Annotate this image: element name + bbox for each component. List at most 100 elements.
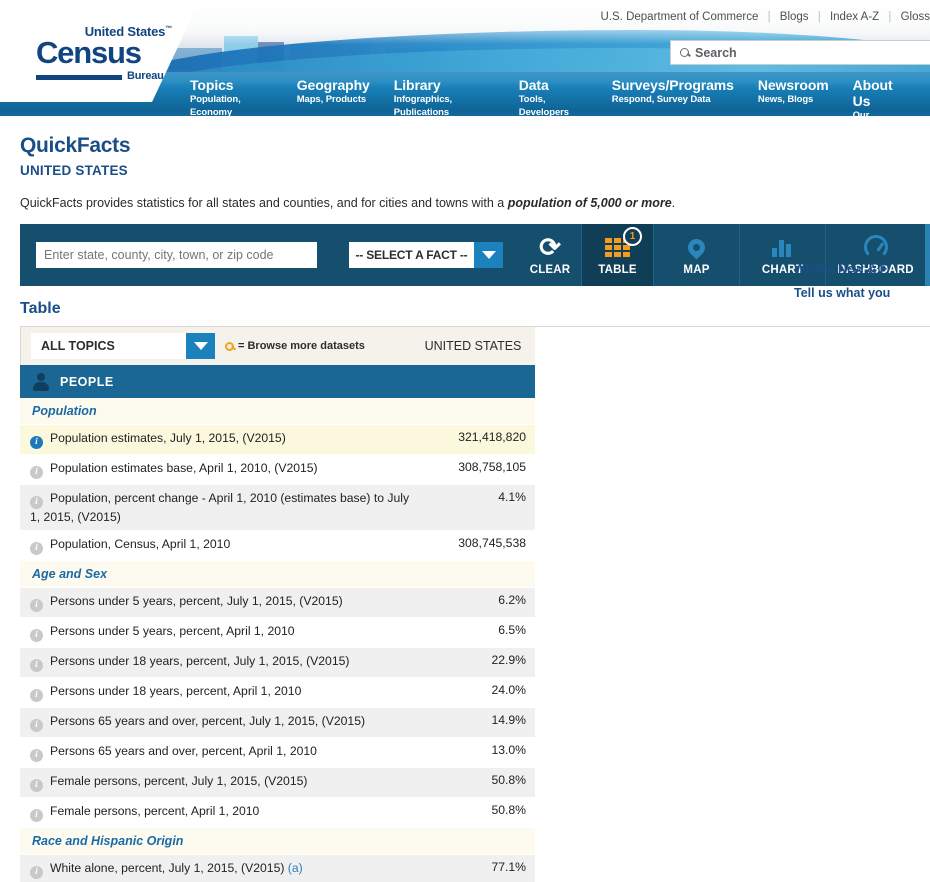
fact-label: i Persons under 18 years, percent, July 1… xyxy=(20,647,420,678)
nav-title: Surveys/Programs xyxy=(611,77,734,93)
fact-label: i Population estimates base, April 1, 201… xyxy=(20,454,420,485)
info-icon[interactable]: i xyxy=(30,629,43,642)
chevron-down-icon xyxy=(474,242,503,268)
site-search-box[interactable]: Search xyxy=(670,40,930,65)
fact-value: 4.1% xyxy=(420,484,535,531)
table-row[interactable]: i Persons under 5 years, percent, July 1,… xyxy=(20,587,535,618)
info-icon[interactable]: i xyxy=(30,719,43,732)
select-a-fact-dropdown[interactable]: -- SELECT A FACT -- xyxy=(349,242,503,268)
people-category-header[interactable]: PEOPLE xyxy=(20,365,535,398)
nav-item-library[interactable]: Library Infographics, Publications xyxy=(394,77,495,116)
browse-more-datasets-link[interactable]: = Browse more datasets xyxy=(225,340,365,352)
nav-subtitle: Population, Economy xyxy=(190,94,241,116)
facts-table-body: Population i Population estimates, July 1… xyxy=(20,398,535,882)
fact-label: i Persons 65 years and over, percent, Apr… xyxy=(20,737,420,768)
description-emphasis: population of 5,000 or more xyxy=(507,196,672,210)
nav-subtitle: Maps, Products xyxy=(296,94,367,105)
table-row[interactable]: i Female persons, percent, July 1, 2015, … xyxy=(20,767,535,798)
fact-label: i Persons under 18 years, percent, April … xyxy=(20,677,420,708)
info-icon[interactable]: i xyxy=(30,599,43,612)
table-row[interactable]: i Population estimates base, April 1, 201… xyxy=(20,454,535,485)
logo-bureau: Bureau xyxy=(127,70,164,83)
fact-label: i Female persons, percent, April 1, 2010 xyxy=(20,797,420,828)
person-icon xyxy=(32,372,50,391)
info-icon[interactable]: i xyxy=(30,542,43,555)
utility-separator: | xyxy=(767,11,771,23)
utility-link-glossary[interactable]: Gloss xyxy=(901,11,930,23)
facts-table: Population i Population estimates, July 1… xyxy=(20,398,535,882)
info-icon[interactable]: i xyxy=(30,436,43,449)
info-icon[interactable]: i xyxy=(30,809,43,822)
nav-item-newsroom[interactable]: Newsroom News, Blogs xyxy=(758,77,829,116)
fact-label: i Population, Census, April 1, 2010 xyxy=(20,530,420,561)
magnifier-icon xyxy=(225,341,234,351)
table-row[interactable]: i Persons under 18 years, percent, April … xyxy=(20,677,535,708)
utility-link-blogs[interactable]: Blogs xyxy=(780,11,809,23)
fact-value: 321,418,820 xyxy=(420,424,535,455)
table-row[interactable]: i Population estimates, July 1, 2015, (V2… xyxy=(20,424,535,455)
fact-value: 308,745,538 xyxy=(420,530,535,561)
all-topics-dropdown[interactable]: ALL TOPICS xyxy=(31,333,215,359)
fact-value: 14.9% xyxy=(420,707,535,738)
link-tell-us[interactable]: Tell us what you xyxy=(794,286,930,300)
table-row[interactable]: i Population, percent change - April 1, 2… xyxy=(20,484,535,531)
fact-value: 6.5% xyxy=(420,617,535,648)
info-icon[interactable]: i xyxy=(30,496,43,509)
nav-item-surveys-programs[interactable]: Surveys/Programs Respond, Survey Data xyxy=(612,77,734,116)
info-icon[interactable]: i xyxy=(30,779,43,792)
map-pin-icon xyxy=(684,234,709,260)
nav-subtitle: News, Blogs xyxy=(757,94,814,105)
table-row[interactable]: i Persons 65 years and over, percent, Apr… xyxy=(20,737,535,768)
fact-value: 13.0% xyxy=(420,737,535,768)
utility-link-index[interactable]: Index A-Z xyxy=(830,11,879,23)
footnote-link[interactable]: (a) xyxy=(288,861,303,875)
nav-item-geography[interactable]: Geography Maps, Products xyxy=(297,77,370,116)
table-row[interactable]: i Persons 65 years and over, percent, Jul… xyxy=(20,707,535,738)
table-row[interactable]: i Persons under 18 years, percent, July 1… xyxy=(20,647,535,678)
fact-label: i Persons under 5 years, percent, July 1,… xyxy=(20,587,420,618)
geography-column-header: UNITED STATES xyxy=(424,339,522,353)
people-category-label: PEOPLE xyxy=(60,374,114,389)
table-button[interactable]: 1 TABLE xyxy=(581,224,653,286)
description-post: . xyxy=(671,196,676,210)
link-whats-new[interactable]: What's New & F xyxy=(794,262,930,276)
utility-separator: | xyxy=(817,11,821,23)
fact-value: 50.8% xyxy=(420,797,535,828)
table-row[interactable]: i Female persons, percent, April 1, 2010 … xyxy=(20,797,535,828)
section-value-spacer xyxy=(420,827,535,855)
nav-item-topics[interactable]: Topics Population, Economy xyxy=(190,77,273,116)
section-value-spacer xyxy=(420,560,535,588)
gauge-icon xyxy=(863,234,888,260)
nav-item-about-us[interactable]: About Us Our Research xyxy=(853,77,906,116)
utility-link-commerce[interactable]: U.S. Department of Commerce xyxy=(601,11,759,23)
clear-button[interactable]: ⟳ CLEAR xyxy=(519,224,581,286)
info-icon[interactable]: i xyxy=(30,659,43,672)
page-right-links: What's New & F Tell us what you xyxy=(794,262,930,310)
nav-title: Newsroom xyxy=(757,77,829,93)
all-topics-label: ALL TOPICS xyxy=(31,333,186,359)
site-search-placeholder: Search xyxy=(695,45,737,60)
nav-item-data[interactable]: Data Tools, Developers xyxy=(519,77,588,116)
location-search-input[interactable] xyxy=(36,242,317,268)
section-title: Age and Sex xyxy=(20,560,420,588)
nav-title: Data xyxy=(518,77,549,93)
nav-subtitle: Our Research xyxy=(852,110,870,116)
description-pre: QuickFacts provides statistics for all s… xyxy=(20,196,508,210)
fact-label: i Persons 65 years and over, percent, Jul… xyxy=(20,707,420,738)
info-icon[interactable]: i xyxy=(30,866,43,879)
info-icon[interactable]: i xyxy=(30,466,43,479)
table-button-label: TABLE xyxy=(598,264,637,276)
info-icon[interactable]: i xyxy=(30,689,43,702)
section-header-row: Race and Hispanic Origin xyxy=(20,827,535,855)
section-title: Race and Hispanic Origin xyxy=(20,827,420,855)
nav-subtitle: Respond, Survey Data xyxy=(611,94,711,105)
search-icon xyxy=(680,48,689,57)
fact-value: 308,758,105 xyxy=(420,454,535,485)
fact-label: i Female persons, percent, July 1, 2015, … xyxy=(20,767,420,798)
table-row[interactable]: i White alone, percent, July 1, 2015, (V2… xyxy=(20,854,535,882)
info-icon[interactable]: i xyxy=(30,749,43,762)
table-row[interactable]: i Persons under 5 years, percent, April 1… xyxy=(20,617,535,648)
page-body: What's New & F Tell us what you QuickFac… xyxy=(0,134,930,882)
table-row[interactable]: i Population, Census, April 1, 2010 308,7… xyxy=(20,530,535,561)
map-button[interactable]: MAP xyxy=(653,224,739,286)
